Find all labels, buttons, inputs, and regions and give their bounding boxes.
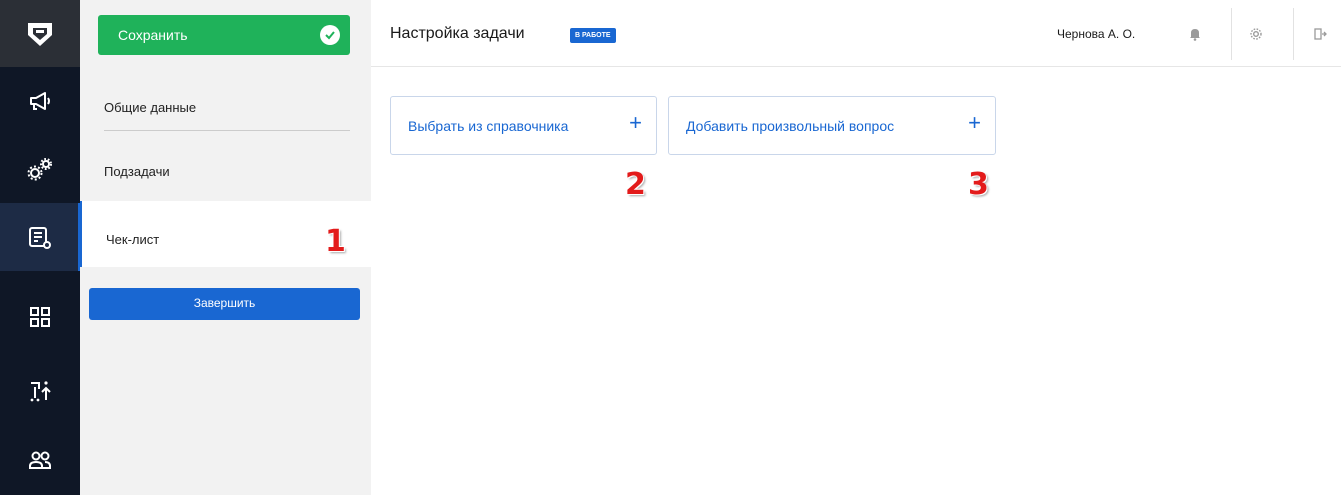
rail-item-tasks[interactable]	[0, 203, 80, 271]
plus-icon: +	[629, 110, 642, 135]
logout-icon	[1314, 28, 1327, 40]
rail-item-sorting[interactable]	[0, 357, 80, 425]
page-title: Настройка задачи	[390, 25, 525, 42]
header-separator	[1293, 8, 1294, 60]
save-button[interactable]: Сохранить	[98, 15, 350, 55]
sort-icon	[30, 381, 51, 402]
nav-divider	[104, 130, 350, 131]
nav-item-label: Подзадачи	[104, 164, 170, 179]
rail-item-dashboard[interactable]	[0, 283, 80, 351]
nav-item-subtasks[interactable]: Подзадачи	[80, 164, 371, 194]
check-icon	[320, 25, 340, 45]
plus-icon: +	[968, 110, 981, 135]
notifications-button[interactable]	[1178, 17, 1212, 51]
rail-item-settings[interactable]	[0, 135, 80, 203]
nav-item-general[interactable]: Общие данные	[80, 100, 371, 130]
grid-icon	[30, 307, 50, 327]
annotation-marker: 2	[625, 167, 646, 202]
gear-icon	[1250, 28, 1262, 40]
logo-shield-icon	[28, 22, 52, 46]
annotation-marker: 1	[325, 224, 346, 259]
status-badge: В РАБОТЕ	[570, 28, 616, 43]
gears-icon	[27, 158, 52, 181]
logout-button[interactable]	[1303, 17, 1337, 51]
choose-from-catalog-button[interactable]: Выбрать из справочника +	[390, 96, 657, 155]
nav-item-label: Общие данные	[104, 100, 197, 115]
logo[interactable]	[0, 0, 80, 67]
header-separator	[1231, 8, 1232, 60]
settings-button[interactable]	[1239, 17, 1273, 51]
left-rail	[0, 0, 80, 495]
finish-button-label: Завершить	[193, 296, 256, 310]
rail-item-announcements[interactable]	[0, 67, 80, 135]
user-name[interactable]: Чернова А. О.	[1057, 27, 1135, 41]
rail-item-users[interactable]	[0, 427, 80, 495]
add-custom-question-button[interactable]: Добавить произвольный вопрос +	[668, 96, 996, 155]
finish-button[interactable]: Завершить	[89, 288, 360, 320]
nav-item-label: Чек-лист	[106, 232, 160, 247]
bell-icon	[1190, 29, 1200, 41]
choose-from-catalog-label: Выбрать из справочника	[408, 117, 569, 134]
megaphone-icon	[30, 92, 50, 110]
add-custom-question-label: Добавить произвольный вопрос	[686, 117, 895, 134]
annotation-marker: 3	[968, 167, 989, 202]
checklist-icon	[29, 227, 51, 249]
save-button-label: Сохранить	[118, 27, 188, 43]
users-icon	[29, 451, 51, 469]
